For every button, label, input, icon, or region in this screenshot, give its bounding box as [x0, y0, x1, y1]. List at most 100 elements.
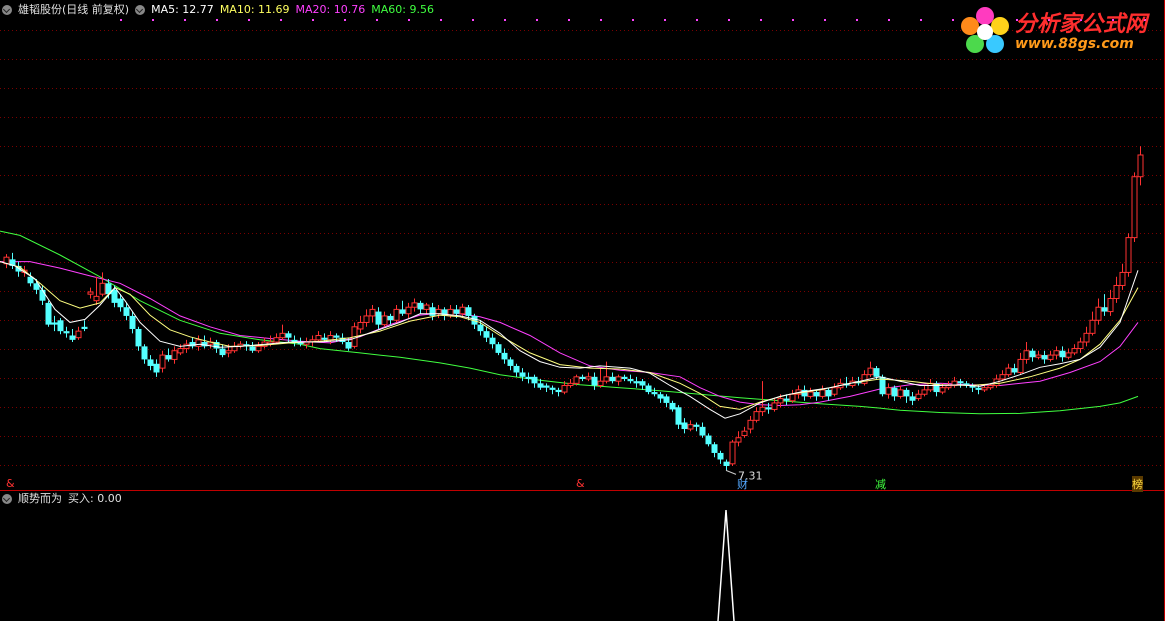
candle[interactable] — [261, 337, 268, 349]
candle[interactable] — [399, 300, 406, 316]
candle[interactable] — [861, 370, 868, 386]
candle[interactable] — [963, 381, 970, 388]
candle[interactable] — [411, 298, 418, 312]
candle[interactable] — [57, 318, 64, 335]
candle[interactable] — [1053, 346, 1060, 360]
candle[interactable] — [813, 389, 820, 401]
candle[interactable] — [75, 326, 82, 340]
candle[interactable] — [207, 337, 214, 349]
candle[interactable] — [885, 383, 892, 399]
candle[interactable] — [495, 342, 502, 356]
candle[interactable] — [459, 303, 466, 316]
candle[interactable] — [369, 305, 376, 323]
candle[interactable] — [609, 372, 616, 384]
candle[interactable] — [567, 379, 574, 388]
candle[interactable] — [1023, 342, 1030, 364]
candle[interactable] — [747, 415, 754, 434]
candle[interactable] — [981, 385, 988, 393]
candle[interactable] — [63, 326, 70, 338]
candle[interactable] — [51, 315, 58, 332]
candle[interactable] — [597, 368, 604, 388]
event-mark[interactable]: 财 — [737, 476, 748, 492]
candle[interactable] — [975, 385, 982, 395]
candle[interactable] — [159, 350, 166, 373]
candle[interactable] — [903, 387, 910, 403]
candle[interactable] — [711, 442, 718, 458]
chevron-down-icon[interactable] — [2, 494, 12, 504]
candle[interactable] — [87, 287, 94, 299]
candle[interactable] — [645, 383, 652, 395]
candle[interactable] — [909, 392, 916, 406]
candle[interactable] — [429, 302, 436, 321]
candle[interactable] — [531, 374, 538, 388]
candle[interactable] — [99, 272, 106, 297]
candle[interactable] — [147, 355, 154, 371]
candle[interactable] — [393, 305, 400, 323]
candle[interactable] — [279, 324, 286, 340]
event-mark[interactable]: 榜 — [1132, 476, 1143, 492]
candle[interactable] — [3, 254, 10, 269]
candle[interactable] — [1029, 348, 1036, 362]
candle[interactable] — [171, 346, 178, 364]
candle[interactable] — [867, 361, 874, 377]
candle[interactable] — [1083, 326, 1090, 347]
candle[interactable] — [741, 426, 748, 438]
candle[interactable] — [525, 372, 532, 384]
candle[interactable] — [135, 326, 142, 351]
candle[interactable] — [93, 276, 100, 306]
candle[interactable] — [705, 433, 712, 447]
candle[interactable] — [1137, 146, 1144, 186]
candle[interactable] — [585, 372, 592, 382]
candle[interactable] — [1089, 311, 1096, 336]
candle[interactable] — [717, 450, 724, 464]
candle[interactable] — [375, 307, 382, 329]
candle[interactable] — [219, 344, 226, 358]
candle[interactable] — [357, 315, 364, 334]
candle[interactable] — [1071, 344, 1078, 356]
chevron-down-icon[interactable] — [135, 5, 146, 15]
candle[interactable] — [81, 320, 88, 332]
candle[interactable] — [1017, 352, 1024, 375]
event-mark[interactable]: 减 — [875, 476, 886, 492]
candle[interactable] — [915, 389, 922, 401]
candle[interactable] — [615, 374, 622, 386]
candle[interactable] — [249, 342, 256, 353]
candle[interactable] — [417, 300, 424, 314]
candle[interactable] — [315, 331, 322, 343]
candle[interactable] — [1113, 276, 1120, 303]
candle[interactable] — [69, 328, 76, 343]
candle[interactable] — [657, 392, 664, 403]
candle[interactable] — [933, 381, 940, 397]
candle[interactable] — [1059, 346, 1066, 362]
candle[interactable] — [753, 407, 760, 423]
candle[interactable] — [1005, 363, 1012, 377]
candle[interactable] — [195, 335, 202, 351]
candle[interactable] — [675, 405, 682, 430]
candle[interactable] — [1011, 363, 1018, 375]
candle[interactable] — [519, 368, 526, 382]
candle[interactable] — [405, 302, 412, 319]
candle[interactable] — [423, 302, 430, 314]
candle[interactable] — [489, 333, 496, 349]
candle[interactable] — [621, 374, 628, 382]
candle[interactable] — [639, 379, 646, 390]
candle[interactable] — [897, 385, 904, 399]
candle[interactable] — [309, 335, 316, 347]
candle[interactable] — [669, 400, 676, 412]
candle[interactable] — [1101, 294, 1108, 316]
chevron-down-icon[interactable] — [2, 5, 12, 15]
candle[interactable] — [1035, 350, 1042, 360]
candle[interactable] — [735, 431, 742, 447]
candle[interactable] — [189, 337, 196, 349]
candle[interactable] — [1095, 298, 1102, 325]
candle[interactable] — [699, 422, 706, 438]
candle[interactable] — [759, 381, 766, 416]
candle[interactable] — [513, 363, 520, 377]
candle[interactable] — [9, 252, 16, 269]
candle[interactable] — [1065, 348, 1072, 360]
candle[interactable] — [501, 348, 508, 364]
candle[interactable] — [831, 383, 838, 397]
candle[interactable] — [681, 418, 688, 434]
candle[interactable] — [825, 387, 832, 401]
candle[interactable] — [141, 344, 148, 364]
